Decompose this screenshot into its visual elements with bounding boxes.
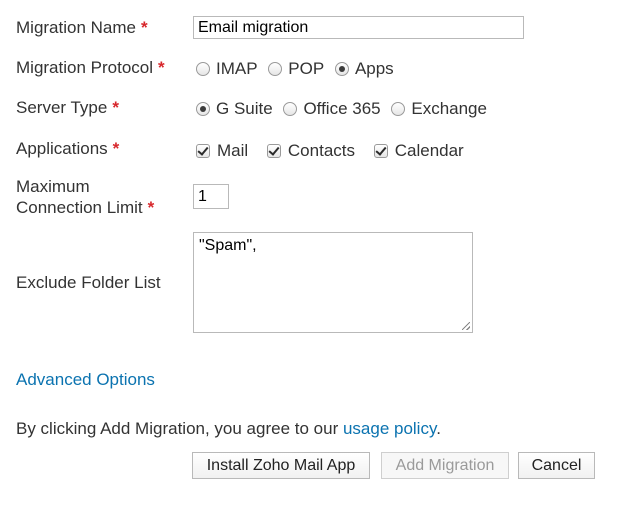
applications-options: Mail Contacts Calendar [192,140,468,161]
migration-name-label: Migration Name * [16,18,148,37]
required-marker: * [112,98,119,117]
pop-radio[interactable] [268,61,283,76]
required-marker: * [112,139,120,158]
required-marker: * [147,198,155,217]
app-option-mail[interactable]: Mail [192,141,248,161]
install-zoho-mail-app-button[interactable]: Install Zoho Mail App [192,452,370,479]
migration-name-field-wrap [193,16,524,39]
gsuite-radio[interactable] [196,101,210,116]
required-marker: * [141,18,148,37]
server-option-gsuite[interactable]: G Suite [194,99,273,119]
usage-policy-link[interactable]: usage policy [343,419,436,438]
exclude-folder-list-textarea[interactable]: "Spam", [193,232,473,333]
migration-protocol-label: Migration Protocol * [16,58,165,77]
server-type-label: Server Type * [16,98,119,117]
imap-radio[interactable] [196,61,210,76]
max-connection-limit-field-wrap [193,184,229,209]
server-option-office365[interactable]: Office 365 [281,99,381,119]
add-migration-button[interactable]: Add Migration [381,452,509,479]
migration-name-input[interactable] [193,16,524,39]
exchange-radio[interactable] [391,101,406,116]
apps-radio[interactable] [334,61,349,76]
applications-label: Applications * [16,139,120,158]
protocol-option-imap[interactable]: IMAP [194,59,258,79]
office365-radio[interactable] [283,101,298,116]
protocol-option-apps[interactable]: Apps [333,59,394,79]
calendar-checkbox[interactable] [373,143,388,158]
max-connection-limit-label: Maximum Connection Limit * [16,177,155,217]
exclude-folder-list-field-wrap: "Spam", [193,232,473,333]
migration-protocol-options: IMAP POP Apps [194,58,398,79]
contacts-checkbox[interactable] [266,143,281,158]
agreement-text: By clicking Add Migration, you agree to … [16,419,441,438]
cancel-button[interactable]: Cancel [518,452,595,479]
required-marker: * [158,58,165,77]
app-option-contacts[interactable]: Contacts [263,141,355,161]
max-connection-limit-input[interactable] [193,184,229,209]
server-type-options: G Suite Office 365 Exchange [194,98,491,119]
resize-grip-icon[interactable] [462,322,470,330]
server-option-exchange[interactable]: Exchange [389,99,487,119]
app-option-calendar[interactable]: Calendar [370,141,464,161]
protocol-option-pop[interactable]: POP [266,59,324,79]
mail-checkbox[interactable] [196,143,210,158]
advanced-options-link[interactable]: Advanced Options [16,369,155,390]
exclude-folder-list-label: Exclude Folder List [16,273,161,292]
